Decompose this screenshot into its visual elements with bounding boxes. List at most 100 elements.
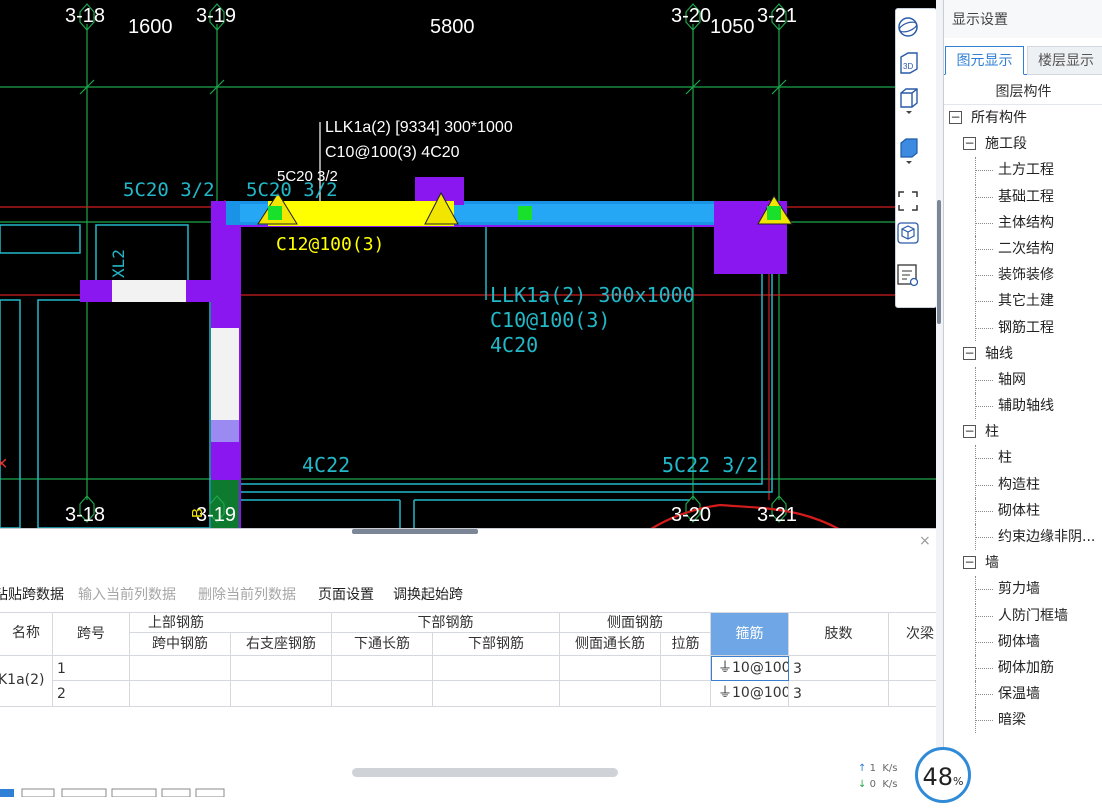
svg-text:3D: 3D <box>903 62 913 71</box>
horizontal-scrollbar[interactable] <box>352 768 618 777</box>
tree-connector <box>975 667 993 669</box>
page-setup-button[interactable]: 页面设置 <box>318 585 374 605</box>
tree-item[interactable]: 其它土建 <box>944 288 1102 315</box>
list-settings-icon[interactable] <box>896 263 936 293</box>
tree-item[interactable]: − 墙 <box>944 550 1102 576</box>
tree-item-label: 剪力墙 <box>998 581 1040 598</box>
note-bottom-left: 4C22 <box>302 453 350 477</box>
collapse-icon[interactable]: − <box>949 111 962 124</box>
cell-stirrup-2[interactable]: ⏚10@100 <box>711 682 788 706</box>
tree-connector <box>975 379 993 381</box>
header-mid-span: 跨中钢筋 <box>152 636 208 652</box>
tree-item[interactable]: 构造柱 <box>944 471 1102 498</box>
collapse-icon[interactable]: − <box>963 556 976 570</box>
cell-legs-2[interactable]: 3 <box>793 683 883 705</box>
cell-stirrup-1[interactable]: ⏚10@100 <box>711 656 789 681</box>
drawing: 3-18 3-19 3-20 3-21 1600 5800 1050 3-18 … <box>0 3 936 528</box>
tree-item[interactable]: 剪力墙 <box>944 576 1102 603</box>
tree-item[interactable]: 基础工程 <box>944 183 1102 210</box>
tag-1: LLK1a(2) 300x1000 <box>490 283 695 307</box>
usage-percent-badge[interactable]: 48% <box>915 747 971 803</box>
tree-item[interactable]: 装饰装修 <box>944 262 1102 289</box>
tree-item[interactable]: 人防门框墙 <box>944 602 1102 629</box>
collapse-icon[interactable]: − <box>963 425 976 439</box>
tree-item-label: 其它土建 <box>998 293 1054 310</box>
tree-item[interactable]: 暗梁 <box>944 707 1102 734</box>
header-bottom-through: 下通长筋 <box>354 636 410 652</box>
cell-span-1[interactable]: 1 <box>57 658 127 680</box>
tree-item-label: 柱 <box>985 424 999 441</box>
swap-start-span-button[interactable]: 调换起始跨 <box>393 585 463 605</box>
view-toolbar: 3D <box>895 8 937 308</box>
box-outline-icon[interactable] <box>896 85 936 115</box>
tree-item[interactable]: 主体结构 <box>944 209 1102 236</box>
3d-box-icon[interactable]: 3D <box>896 49 936 79</box>
annotation-circle <box>650 503 839 528</box>
tree-item[interactable]: − 轴线 <box>944 341 1102 367</box>
panel-splitter[interactable] <box>936 0 943 794</box>
tab-element-display[interactable]: 图元显示 <box>945 46 1024 75</box>
tree-item-label: 所有构件 <box>971 110 1027 126</box>
tree-connector <box>975 275 993 277</box>
display-settings-panel: 显示设置 图元显示 楼层显示 图层构件 − 所有构件 − 施工段 土方工程 基础工程 主体结… <box>943 0 1102 794</box>
tree-item[interactable]: 砌体加筋 <box>944 654 1102 681</box>
tree-item-label: 轴线 <box>985 345 1013 362</box>
net-down: 0 <box>869 779 876 790</box>
tree-connector <box>975 170 993 172</box>
tree-connector <box>975 301 993 303</box>
cell-legs-1[interactable]: 3 <box>793 658 883 680</box>
collapse-icon[interactable]: − <box>963 137 976 151</box>
tree-item[interactable]: − 柱 <box>944 419 1102 445</box>
input-column-button[interactable]: 输入当前列数据 <box>78 585 176 605</box>
tree-connector <box>975 484 993 486</box>
tree-item[interactable]: 辅助轴线 <box>944 393 1102 420</box>
splitter-handle[interactable] <box>352 529 478 534</box>
panel-title: 显示设置 <box>944 0 1102 38</box>
tree-header: 图层构件 <box>944 80 1102 105</box>
tree-item[interactable]: 轴网 <box>944 366 1102 393</box>
tree-item-label: 约束边缘非阴... <box>998 529 1096 545</box>
box-filled-icon[interactable] <box>896 135 936 165</box>
tab-floor-display[interactable]: 楼层显示 <box>1027 46 1102 75</box>
delete-column-button[interactable]: 删除当前列数据 <box>198 585 296 605</box>
tree-item-label: 辅助轴线 <box>998 398 1054 415</box>
cell-beam-name[interactable]: K1a(2) <box>0 670 52 690</box>
tree-item-label: 轴网 <box>998 371 1026 388</box>
tree-item-label: 砌体柱 <box>998 502 1040 519</box>
net-up: 1 <box>869 763 876 774</box>
sphere-icon[interactable] <box>896 15 936 45</box>
tree-item[interactable]: 砌体柱 <box>944 497 1102 524</box>
header-secondary: 次梁 <box>906 626 934 642</box>
axis-bottom-4: 3-21 <box>757 504 797 526</box>
layer-tree: − 所有构件 − 施工段 土方工程 基础工程 主体结构 二次结构 装饰装修 其它土建 钢筋工程 − 轴线… <box>944 105 1102 734</box>
view-cube-icon[interactable] <box>896 221 936 251</box>
tree-item[interactable]: 柱 <box>944 445 1102 472</box>
tree-item[interactable]: − 施工段 <box>944 131 1102 157</box>
panel-tabs: 图元显示 楼层显示 <box>944 46 1102 75</box>
tree-connector <box>975 694 993 696</box>
close-icon[interactable]: × <box>919 533 931 549</box>
b-mark: B <box>189 508 206 518</box>
collapse-icon[interactable]: − <box>963 346 976 360</box>
cad-canvas[interactable]: 3-18 3-19 3-20 3-21 1600 5800 1050 3-18 … <box>0 0 937 528</box>
tree-item[interactable]: − 所有构件 <box>944 105 1102 131</box>
cell-span-2[interactable]: 2 <box>57 683 127 705</box>
tree-item-label: 人防门框墙 <box>998 607 1068 624</box>
tree-item[interactable]: 约束边缘非阴... <box>944 524 1102 550</box>
tag-3: 4C20 <box>490 333 538 357</box>
tree-item[interactable]: 土方工程 <box>944 157 1102 184</box>
tree-connector <box>975 510 993 512</box>
paste-span-button[interactable]: 粘贴跨数据 <box>0 585 64 605</box>
tree-connector <box>975 406 993 408</box>
header-side-rebar: 侧面钢筋 <box>607 615 663 631</box>
fit-view-icon[interactable] <box>896 189 936 219</box>
tree-item-label: 装饰装修 <box>998 267 1054 284</box>
tree-item[interactable]: 砌体墙 <box>944 628 1102 655</box>
tree-item[interactable]: 钢筋工程 <box>944 314 1102 341</box>
tree-item-label: 保温墙 <box>998 686 1040 703</box>
tree-item[interactable]: 保温墙 <box>944 681 1102 708</box>
tree-item[interactable]: 二次结构 <box>944 235 1102 262</box>
header-stirrup[interactable]: 箍筋 <box>711 613 788 655</box>
beam-label-2: C10@100(3) 4C20 <box>325 144 460 161</box>
header-legs: 肢数 <box>824 626 853 642</box>
